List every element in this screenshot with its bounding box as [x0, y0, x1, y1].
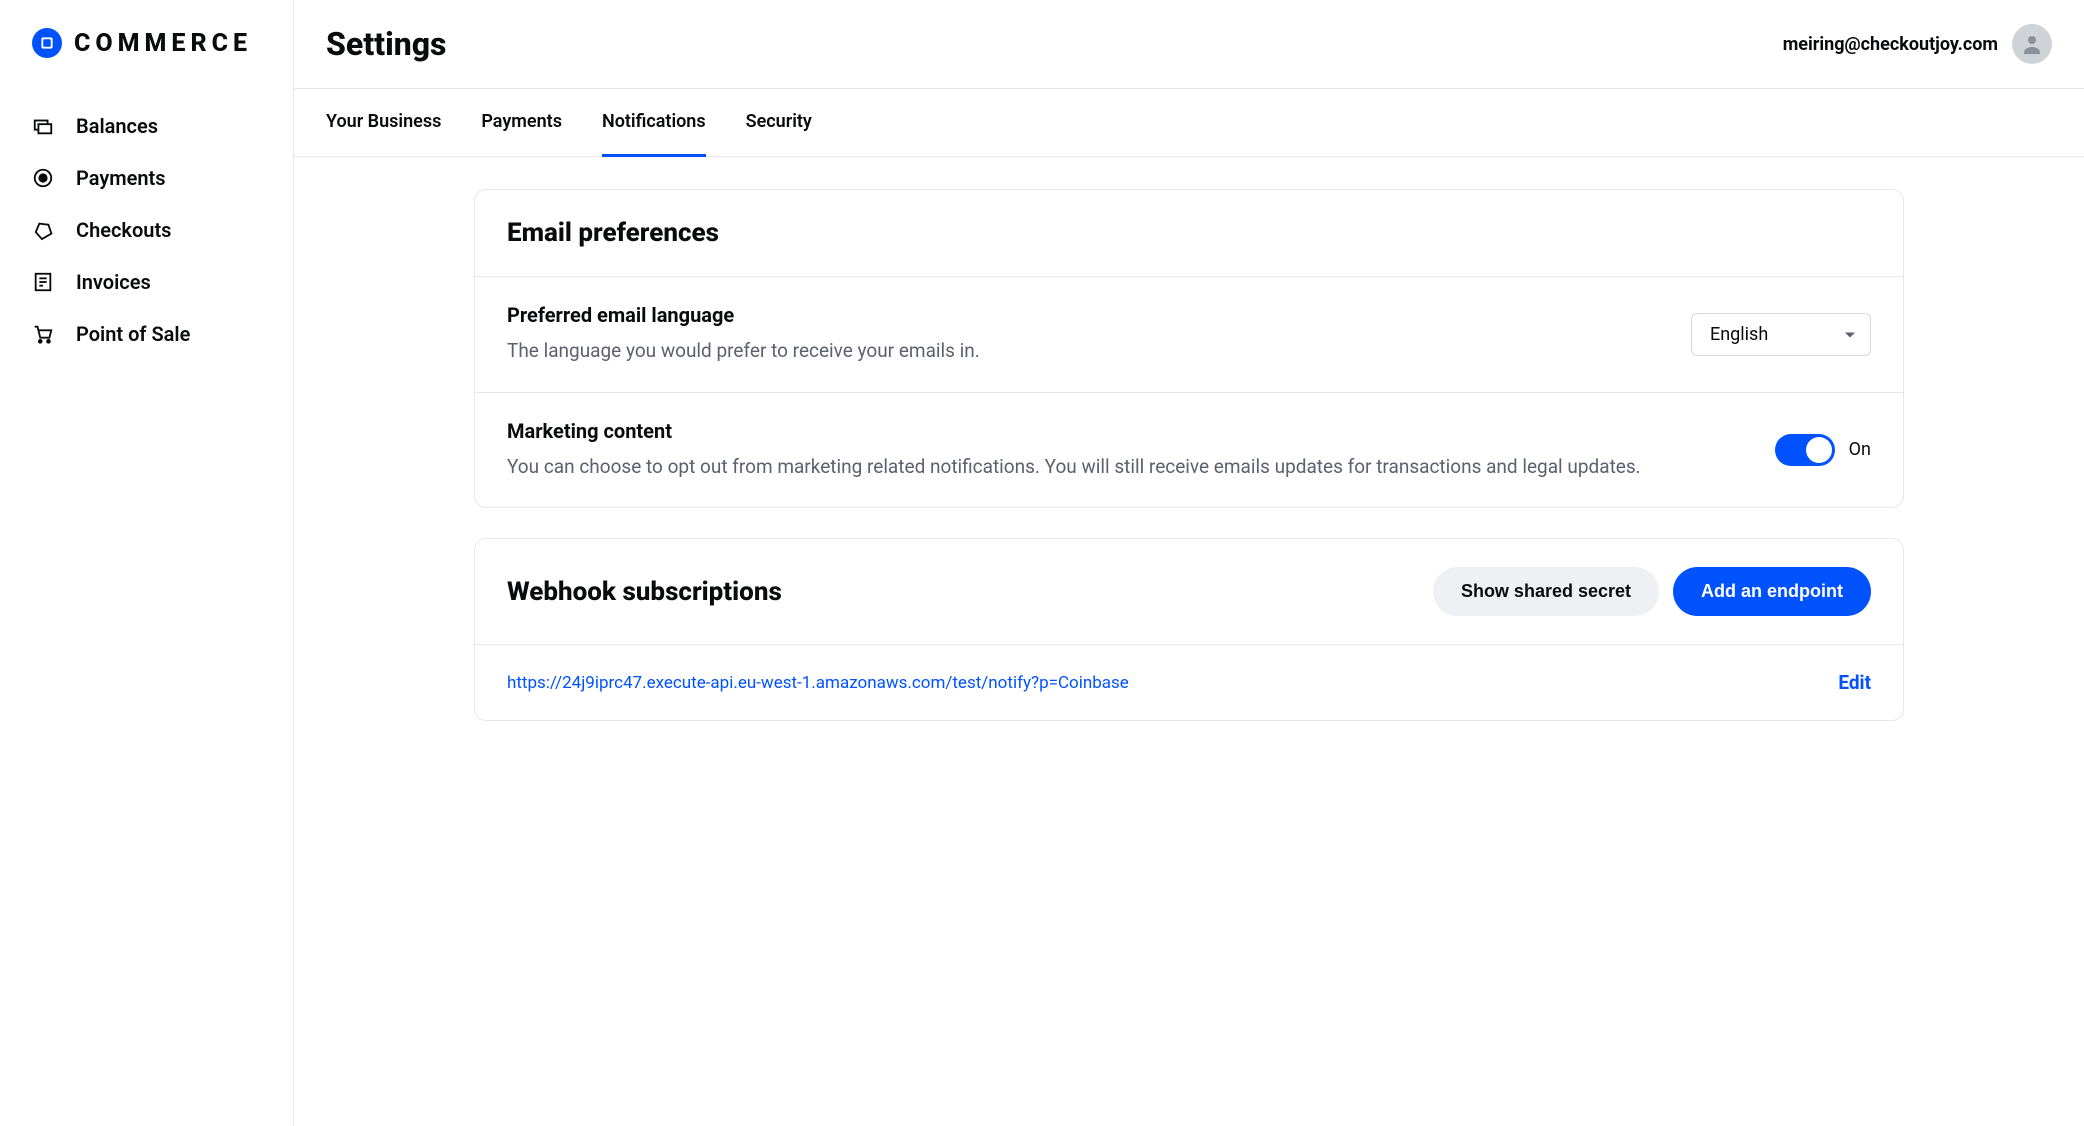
cart-icon — [32, 323, 54, 345]
sidebar-item-label: Checkouts — [76, 218, 171, 242]
user-email: meiring@checkoutjoy.com — [1783, 34, 1998, 55]
tab-notifications[interactable]: Notifications — [602, 89, 706, 156]
sidebar-item-invoices[interactable]: Invoices — [32, 270, 293, 294]
language-select[interactable]: English — [1691, 313, 1871, 356]
sidebar-item-label: Balances — [76, 114, 158, 138]
show-shared-secret-button[interactable]: Show shared secret — [1433, 567, 1659, 616]
brand-name: COMMERCE — [74, 29, 252, 58]
coinbase-logo-icon — [32, 28, 62, 58]
preferred-language-row: Preferred email language The language yo… — [475, 276, 1903, 392]
marketing-content-row: Marketing content You can choose to opt … — [475, 392, 1903, 508]
balances-icon — [32, 115, 54, 137]
webhook-actions: Show shared secret Add an endpoint — [1433, 567, 1871, 616]
main: Settings meiring@checkoutjoy.com Your Bu… — [294, 0, 2084, 1126]
invoices-icon — [32, 271, 54, 293]
sidebar-nav: Balances Payments Checkouts Invoices — [0, 102, 293, 346]
webhook-url-link[interactable]: https://24j9iprc47.execute-api.eu-west-1… — [507, 673, 1129, 693]
tab-security[interactable]: Security — [746, 89, 812, 156]
edit-endpoint-link[interactable]: Edit — [1838, 671, 1871, 694]
payments-icon — [32, 167, 54, 189]
sidebar-item-payments[interactable]: Payments — [32, 166, 293, 190]
settings-tabs: Your Business Payments Notifications Sec… — [294, 89, 2084, 157]
row-text: Preferred email language The language yo… — [507, 303, 1659, 366]
card-title: Webhook subscriptions — [507, 577, 782, 607]
row-title: Preferred email language — [507, 303, 1659, 327]
email-preferences-card: Email preferences Preferred email langua… — [474, 189, 1904, 508]
row-desc: You can choose to opt out from marketing… — [507, 453, 1743, 482]
add-endpoint-button[interactable]: Add an endpoint — [1673, 567, 1871, 616]
chevron-down-icon — [1844, 324, 1856, 345]
card-title: Email preferences — [507, 218, 1871, 248]
webhook-subscriptions-card: Webhook subscriptions Show shared secret… — [474, 538, 1904, 721]
avatar[interactable] — [2012, 24, 2052, 64]
user-block: meiring@checkoutjoy.com — [1783, 24, 2052, 64]
sidebar-item-label: Point of Sale — [76, 322, 190, 346]
row-title: Marketing content — [507, 419, 1743, 443]
header: Settings meiring@checkoutjoy.com — [294, 0, 2084, 89]
page-title: Settings — [326, 25, 446, 63]
toggle-state-label: On — [1849, 439, 1871, 460]
sidebar-item-pos[interactable]: Point of Sale — [32, 322, 293, 346]
card-header: Webhook subscriptions Show shared secret… — [475, 539, 1903, 644]
language-selected-value: English — [1710, 324, 1768, 345]
row-text: Marketing content You can choose to opt … — [507, 419, 1743, 482]
webhook-endpoint-row: https://24j9iprc47.execute-api.eu-west-1… — [475, 644, 1903, 720]
tab-payments[interactable]: Payments — [481, 89, 562, 156]
marketing-toggle[interactable] — [1775, 434, 1835, 466]
sidebar-item-balances[interactable]: Balances — [32, 114, 293, 138]
row-desc: The language you would prefer to receive… — [507, 337, 1659, 366]
sidebar: COMMERCE Balances Payments Checkouts — [0, 0, 294, 1126]
logo-row: COMMERCE — [0, 28, 293, 58]
sidebar-item-label: Invoices — [76, 270, 151, 294]
tab-your-business[interactable]: Your Business — [326, 89, 441, 156]
sidebar-item-checkouts[interactable]: Checkouts — [32, 218, 293, 242]
card-header: Email preferences — [475, 190, 1903, 276]
checkouts-icon — [32, 219, 54, 241]
marketing-toggle-wrap: On — [1775, 434, 1871, 466]
sidebar-item-label: Payments — [76, 166, 166, 190]
content: Email preferences Preferred email langua… — [294, 157, 2084, 1126]
